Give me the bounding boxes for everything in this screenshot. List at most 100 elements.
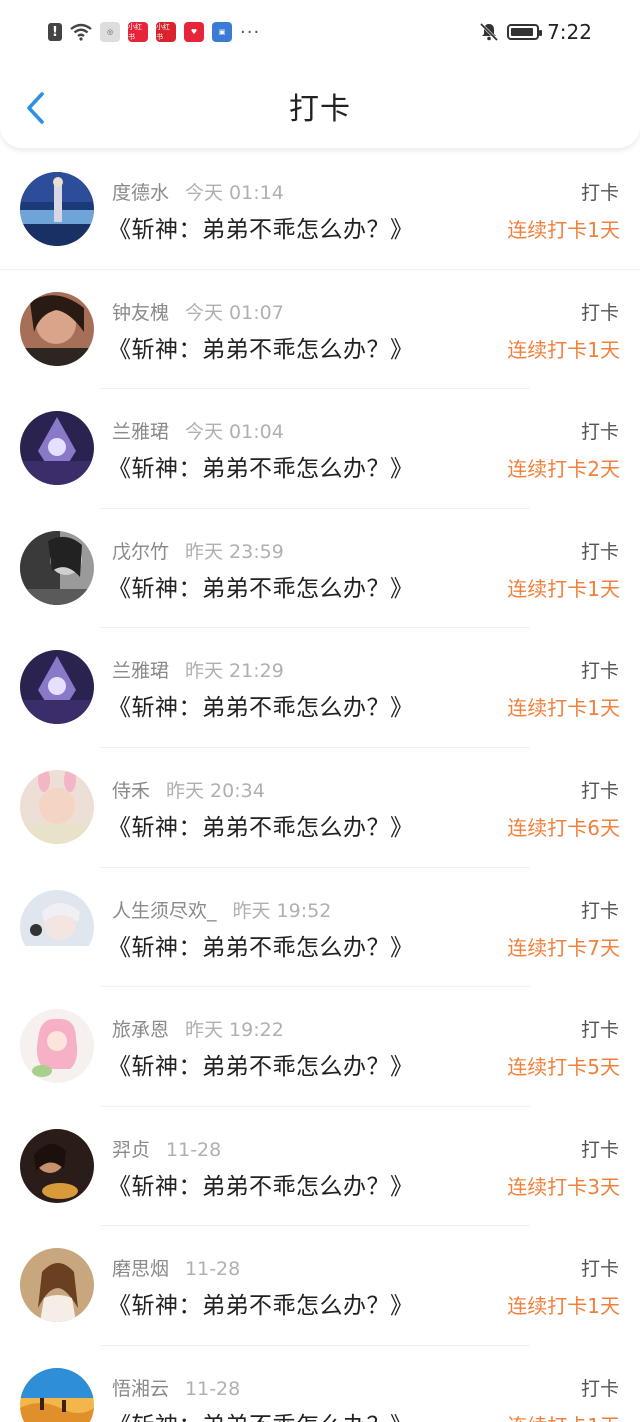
files-app-icon: ▣ <box>212 22 232 42</box>
back-button[interactable] <box>22 90 48 126</box>
list-item[interactable]: 兰雅珺 昨天 21:29 《斩神：弟弟不乖怎么办？》 打卡 连续打卡1天 <box>0 628 640 748</box>
checkin-time: 11-28 <box>185 1258 241 1281</box>
status-icons-right: 7:22 <box>479 20 592 44</box>
book-title[interactable]: 《斩神：弟弟不乖怎么办？》 <box>108 210 414 244</box>
book-title[interactable]: 《斩神：弟弟不乖怎么办？》 <box>108 928 414 962</box>
book-title[interactable]: 《斩神：弟弟不乖怎么办？》 <box>108 1286 414 1320</box>
username[interactable]: 钟友槐 <box>112 302 169 324</box>
avatar[interactable] <box>20 1009 94 1084</box>
streak-label: 连续打卡2天 <box>507 457 620 482</box>
username[interactable]: 兰雅珺 <box>112 660 169 682</box>
checkin-time: 11-28 <box>185 1377 241 1400</box>
avatar[interactable] <box>20 1367 94 1422</box>
checkin-type: 打卡 <box>580 1019 619 1042</box>
username[interactable]: 旅承恩 <box>112 1019 169 1041</box>
checkin-type: 打卡 <box>580 301 619 324</box>
username[interactable]: 兰雅珺 <box>112 421 169 443</box>
user-meta: 羿贞 11-28 <box>112 1135 221 1162</box>
user-meta: 度德水 今天 01:14 <box>112 178 284 205</box>
user-meta: 兰雅珺 今天 01:04 <box>112 417 284 444</box>
username[interactable]: 羿贞 <box>112 1139 150 1161</box>
avatar[interactable] <box>20 769 94 844</box>
battery-icon <box>507 24 543 40</box>
checkin-time: 今天 01:04 <box>185 421 284 444</box>
list-item[interactable]: 羿贞 11-28 《斩神：弟弟不乖怎么办？》 打卡 连续打卡3天 <box>0 1107 640 1227</box>
checkin-time: 今天 01:14 <box>185 182 284 204</box>
list-item[interactable]: 度德水 今天 01:14 《斩神：弟弟不乖怎么办？》 打卡 连续打卡1天 <box>0 150 640 270</box>
checkin-time: 昨天 19:52 <box>232 899 332 922</box>
checkin-type: 打卡 <box>580 1258 619 1281</box>
streak-label: 连续打卡1天 <box>507 1294 620 1319</box>
avatar[interactable] <box>20 1128 94 1203</box>
checkin-type: 打卡 <box>580 660 619 683</box>
username[interactable]: 人生须尽欢_ <box>112 900 217 922</box>
book-title[interactable]: 《斩神：弟弟不乖怎么办？》 <box>108 688 414 722</box>
streak-label: 连续打卡7天 <box>507 935 620 960</box>
avatar[interactable] <box>20 1248 94 1323</box>
chevron-left-icon <box>27 92 44 124</box>
checkin-time: 11-28 <box>166 1138 222 1161</box>
streak-label: 连续打卡1天 <box>507 696 620 721</box>
list-item[interactable]: 人生须尽欢_ 昨天 19:52 《斩神：弟弟不乖怎么办？》 打卡 连续打卡7天 <box>0 868 640 988</box>
checkin-time: 昨天 19:22 <box>185 1019 284 1042</box>
avatar[interactable] <box>20 411 94 486</box>
streak-label: 连续打卡5天 <box>507 1055 620 1080</box>
avatar[interactable] <box>20 650 94 725</box>
more-notifications-icon: ··· <box>240 21 261 43</box>
book-title[interactable]: 《斩神：弟弟不乖怎么办？》 <box>108 1406 414 1422</box>
user-meta: 人生须尽欢_ 昨天 19:52 <box>112 896 331 923</box>
list-item[interactable]: 钟友槐 今天 01:07 《斩神：弟弟不乖怎么办？》 打卡 连续打卡1天 <box>0 270 640 390</box>
heart-app-icon: ♥ <box>184 22 204 42</box>
app-icon: ◎ <box>100 22 120 42</box>
checkin-type: 打卡 <box>580 182 619 204</box>
list-item[interactable]: 悟湘云 11-28 《斩神：弟弟不乖怎么办？》 打卡 连续打卡1天 <box>0 1346 640 1422</box>
status-bar: ! ◎ 小红书 小红书 ♥ ▣ ··· 7:22 <box>0 0 640 64</box>
status-icons-left: ! ◎ 小红书 小红书 ♥ ▣ ··· <box>48 22 260 43</box>
user-meta: 悟湘云 11-28 <box>112 1374 240 1401</box>
xiaohongshu-icon: 小红书 <box>128 22 148 42</box>
title-bar: 打卡 <box>0 64 640 148</box>
checkin-type: 打卡 <box>580 540 619 563</box>
list-item[interactable]: 旅承恩 昨天 19:22 《斩神：弟弟不乖怎么办？》 打卡 连续打卡5天 <box>0 987 640 1107</box>
clock: 7:22 <box>547 20 592 44</box>
page-title: 打卡 <box>289 92 351 127</box>
streak-label: 连续打卡1天 <box>507 337 620 362</box>
streak-label: 连续打卡1天 <box>507 1410 620 1422</box>
username[interactable]: 悟湘云 <box>112 1378 169 1400</box>
checkin-time: 昨天 20:34 <box>166 779 265 802</box>
avatar[interactable] <box>20 530 94 605</box>
book-title[interactable]: 《斩神：弟弟不乖怎么办？》 <box>108 1167 414 1201</box>
avatar[interactable] <box>20 172 94 246</box>
list-item[interactable]: 戊尔竹 昨天 23:59 《斩神：弟弟不乖怎么办？》 打卡 连续打卡1天 <box>0 509 640 629</box>
list-item[interactable]: 侍禾 昨天 20:34 《斩神：弟弟不乖怎么办？》 打卡 连续打卡6天 <box>0 748 640 868</box>
username[interactable]: 侍禾 <box>112 780 150 802</box>
user-meta: 侍禾 昨天 20:34 <box>112 776 265 803</box>
book-title[interactable]: 《斩神：弟弟不乖怎么办？》 <box>108 569 414 603</box>
book-title[interactable]: 《斩神：弟弟不乖怎么办？》 <box>108 1047 414 1081</box>
streak-label: 连续打卡3天 <box>507 1174 620 1199</box>
book-title[interactable]: 《斩神：弟弟不乖怎么办？》 <box>108 449 414 483</box>
username[interactable]: 度德水 <box>112 182 169 204</box>
list-item[interactable]: 兰雅珺 今天 01:04 《斩神：弟弟不乖怎么办？》 打卡 连续打卡2天 <box>0 389 640 509</box>
checkin-list[interactable]: 度德水 今天 01:14 《斩神：弟弟不乖怎么办？》 打卡 连续打卡1天 钟友槐今… <box>0 150 640 1422</box>
username[interactable]: 戊尔竹 <box>112 541 169 563</box>
username[interactable]: 磨思烟 <box>112 1258 169 1280</box>
avatar[interactable] <box>20 291 94 366</box>
checkin-type: 打卡 <box>580 779 619 802</box>
bell-muted-icon <box>480 22 499 42</box>
xiaohongshu-icon: 小红书 <box>156 22 176 42</box>
book-title[interactable]: 《斩神：弟弟不乖怎么办？》 <box>108 330 414 364</box>
checkin-time: 昨天 21:29 <box>185 660 284 683</box>
avatar[interactable] <box>20 889 94 964</box>
list-item[interactable]: 磨思烟 11-28 《斩神：弟弟不乖怎么办？》 打卡 连续打卡1天 <box>0 1226 640 1346</box>
checkin-type: 打卡 <box>580 421 619 444</box>
checkin-time: 昨天 23:59 <box>185 540 284 563</box>
user-meta: 戊尔竹 昨天 23:59 <box>112 537 284 564</box>
user-meta: 磨思烟 11-28 <box>112 1254 240 1281</box>
checkin-time: 今天 01:07 <box>185 301 284 324</box>
book-title[interactable]: 《斩神：弟弟不乖怎么办？》 <box>108 808 414 842</box>
checkin-type: 打卡 <box>580 1377 619 1400</box>
user-meta: 钟友槐 今天 01:07 <box>112 298 284 325</box>
streak-label: 连续打卡1天 <box>507 576 620 601</box>
user-meta: 旅承恩 昨天 19:22 <box>112 1015 284 1042</box>
